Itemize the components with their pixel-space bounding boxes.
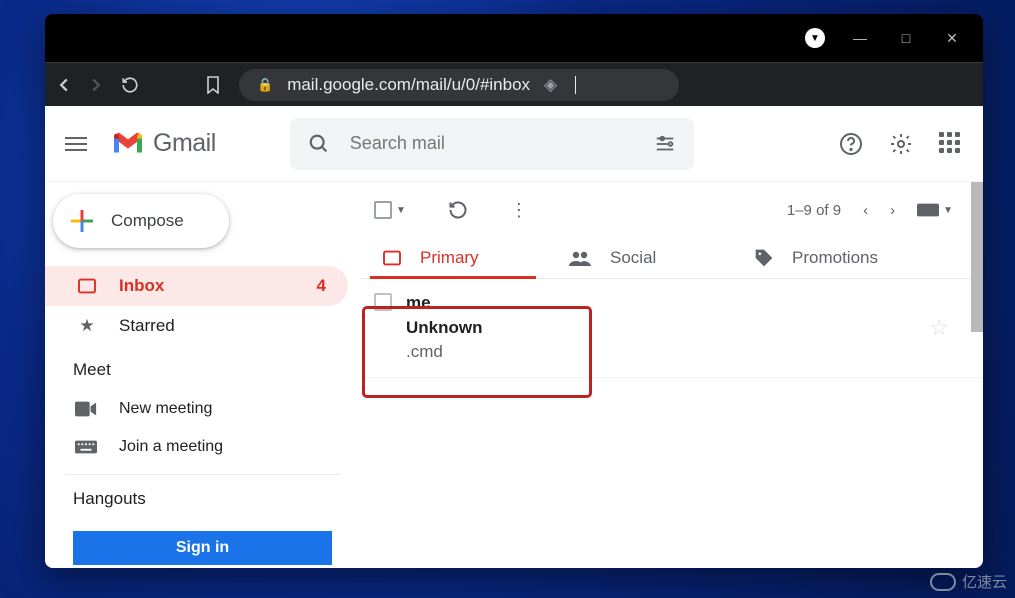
tab-promotions[interactable]: Promotions xyxy=(732,238,918,278)
gmail-header: Gmail xyxy=(45,106,983,182)
star-icon: ★ xyxy=(75,316,99,336)
sidebar-item-inbox[interactable]: Inbox 4 xyxy=(45,266,348,306)
email-checkbox[interactable] xyxy=(374,293,392,311)
input-mode[interactable]: ▼ xyxy=(917,203,953,217)
menu-icon[interactable] xyxy=(65,137,87,151)
url-text: mail.google.com/mail/u/0/#inbox xyxy=(287,75,530,95)
pagination: 1–9 of 9 ‹ › ▼ xyxy=(787,202,953,219)
tab-primary[interactable]: Primary xyxy=(360,238,546,278)
sidebar-item-starred[interactable]: ★ Starred xyxy=(45,306,348,346)
select-all[interactable]: ▼ xyxy=(374,201,406,219)
scrollbar[interactable] xyxy=(971,182,983,332)
keyboard-icon xyxy=(75,440,99,454)
minimize-button[interactable]: — xyxy=(837,22,883,54)
browser-window: ▼ — □ ✕ 🔒 mail.google.com/mail/u/0/#inbo… xyxy=(45,14,983,568)
new-meeting-label: New meeting xyxy=(119,400,212,418)
gmail-m-icon xyxy=(111,131,145,157)
star-button[interactable]: ☆ xyxy=(929,315,949,341)
hangouts-header: Hangouts xyxy=(45,475,360,519)
search-input[interactable] xyxy=(350,133,634,154)
email-sender: me xyxy=(406,291,483,316)
tab-social[interactable]: Social xyxy=(546,238,732,278)
email-attachment: .cmd xyxy=(406,340,483,365)
checkbox-icon xyxy=(374,201,392,219)
watermark: 亿速云 xyxy=(930,571,1007,592)
prev-page-button[interactable]: ‹ xyxy=(863,202,868,219)
inbox-count: 4 xyxy=(317,276,326,296)
search-icon xyxy=(308,133,330,155)
tab-label: Social xyxy=(610,248,656,268)
lock-icon: 🔒 xyxy=(257,77,273,93)
refresh-button[interactable] xyxy=(448,200,468,220)
forward-button[interactable] xyxy=(89,78,103,92)
header-actions xyxy=(839,132,963,156)
nav-list: Inbox 4 ★ Starred xyxy=(45,266,360,346)
cloud-icon xyxy=(930,573,956,591)
list-toolbar: ▼ ⋮ 1–9 of 9 ‹ › ▼ xyxy=(360,182,983,238)
browser-toolbar: 🔒 mail.google.com/mail/u/0/#inbox ◈ xyxy=(45,62,983,106)
signin-button[interactable]: Sign in xyxy=(73,531,332,565)
close-window-button[interactable]: ✕ xyxy=(929,22,975,54)
next-page-button[interactable]: › xyxy=(890,202,895,219)
sidebar-item-label: Inbox xyxy=(119,276,164,296)
social-tab-icon xyxy=(568,250,592,266)
settings-icon[interactable] xyxy=(889,132,913,156)
tab-label: Promotions xyxy=(792,248,878,268)
filter-icon[interactable] xyxy=(654,133,676,155)
email-subject: Unknown xyxy=(406,316,483,341)
sidebar-item-label: Starred xyxy=(119,316,175,336)
window-titlebar: ▼ — □ ✕ xyxy=(45,14,983,62)
reload-button[interactable] xyxy=(121,76,139,94)
plus-icon xyxy=(71,210,93,232)
compose-label: Compose xyxy=(111,211,184,231)
sidebar: Compose Inbox 4 ★ Starred Meet xyxy=(45,182,360,568)
help-icon[interactable] xyxy=(839,132,863,156)
dropdown-circle-icon[interactable]: ▼ xyxy=(805,28,825,48)
gmail-text: Gmail xyxy=(153,129,216,158)
address-bar[interactable]: 🔒 mail.google.com/mail/u/0/#inbox ◈ xyxy=(239,69,679,101)
video-icon xyxy=(75,401,99,417)
address-cursor xyxy=(575,76,576,94)
apps-icon[interactable] xyxy=(939,132,963,156)
compose-button[interactable]: Compose xyxy=(53,194,229,248)
chevron-down-icon: ▼ xyxy=(396,205,406,216)
more-button[interactable]: ⋮ xyxy=(510,200,528,221)
bookmark-button[interactable] xyxy=(205,76,221,94)
gmail-logo[interactable]: Gmail xyxy=(111,129,216,158)
inbox-icon xyxy=(75,278,99,294)
category-tabs: Primary Social Promotions xyxy=(360,238,983,279)
page-range: 1–9 of 9 xyxy=(787,202,841,219)
content-area: Compose Inbox 4 ★ Starred Meet xyxy=(45,182,983,568)
promotions-tab-icon xyxy=(754,248,774,268)
primary-tab-icon xyxy=(382,250,402,266)
main-panel: ▼ ⋮ 1–9 of 9 ‹ › ▼ xyxy=(360,182,983,568)
join-meeting-button[interactable]: Join a meeting xyxy=(45,428,360,466)
watermark-text: 亿速云 xyxy=(962,571,1007,592)
maximize-button[interactable]: □ xyxy=(883,22,929,54)
new-meeting-button[interactable]: New meeting xyxy=(45,390,360,428)
email-row[interactable]: me Unknown .cmd ☆ xyxy=(360,279,983,378)
email-text: me Unknown .cmd xyxy=(406,291,483,365)
join-meeting-label: Join a meeting xyxy=(119,438,223,456)
gmail-page: Gmail Compose xyxy=(45,106,983,568)
tab-label: Primary xyxy=(420,248,479,268)
meet-header: Meet xyxy=(45,346,360,390)
search-bar[interactable] xyxy=(290,118,694,170)
reader-mode-icon[interactable]: ◈ xyxy=(544,75,557,95)
back-button[interactable] xyxy=(57,78,71,92)
